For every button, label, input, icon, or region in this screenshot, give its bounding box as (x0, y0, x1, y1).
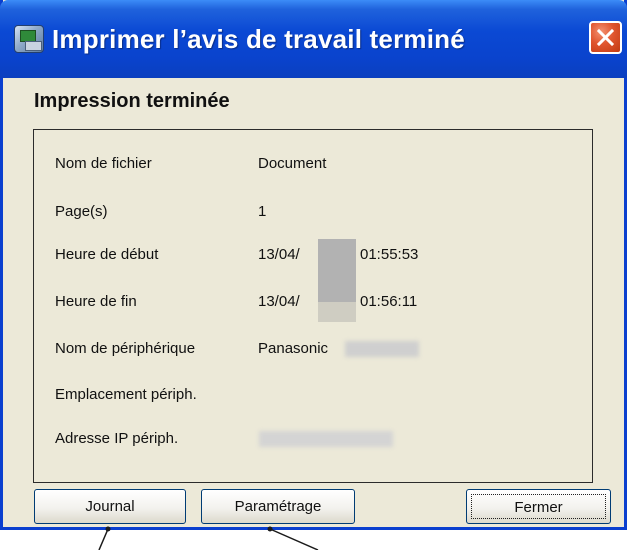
fermer-button-label: Fermer (471, 494, 606, 519)
callout-lines (98, 526, 319, 550)
redacted-year-end (318, 302, 356, 322)
filename-label: Nom de fichier (55, 155, 152, 172)
journal-button[interactable]: Journal (34, 489, 186, 524)
close-button[interactable] (589, 21, 622, 54)
journal-callout (98, 528, 109, 550)
end-date-value: 13/04/ (258, 293, 300, 310)
window-title: Imprimer l’avis de travail terminé (52, 24, 465, 54)
device-ip-label: Adresse IP périph. (55, 430, 179, 447)
parametrage-callout-dot (267, 526, 273, 532)
dialog-heading: Impression terminée (34, 90, 230, 112)
journal-button-label: Journal (85, 498, 135, 515)
device-name-label: Nom de périphérique (55, 340, 196, 357)
redacted-year (318, 239, 356, 302)
filename-value: Document (258, 155, 327, 172)
parametrage-button[interactable]: Paramétrage (201, 489, 355, 524)
end-time-value: 01:56:11 (360, 293, 418, 310)
blurred-ip (259, 431, 393, 447)
printer-icon (14, 25, 44, 53)
start-time-label: Heure de début (55, 246, 159, 263)
pages-label: Page(s) (55, 203, 108, 220)
parametrage-callout (269, 528, 319, 550)
print-complete-dialog: Imprimer l’avis de travail terminé Impre… (0, 0, 627, 530)
parametrage-button-label: Paramétrage (234, 498, 322, 515)
close-icon (596, 28, 615, 47)
blurred-model (345, 341, 419, 357)
fermer-button[interactable]: Fermer (466, 489, 611, 524)
device-name-value: Panasonic (258, 340, 329, 357)
device-location-label: Emplacement périph. (55, 386, 197, 403)
end-time-label: Heure de fin (55, 293, 137, 310)
title-bar[interactable]: Imprimer l’avis de travail terminé (0, 0, 627, 78)
journal-callout-dot (105, 526, 111, 532)
start-date-value: 13/04/ (258, 246, 300, 263)
start-time-value: 01:55:53 (360, 246, 419, 263)
pages-value: 1 (258, 203, 267, 220)
